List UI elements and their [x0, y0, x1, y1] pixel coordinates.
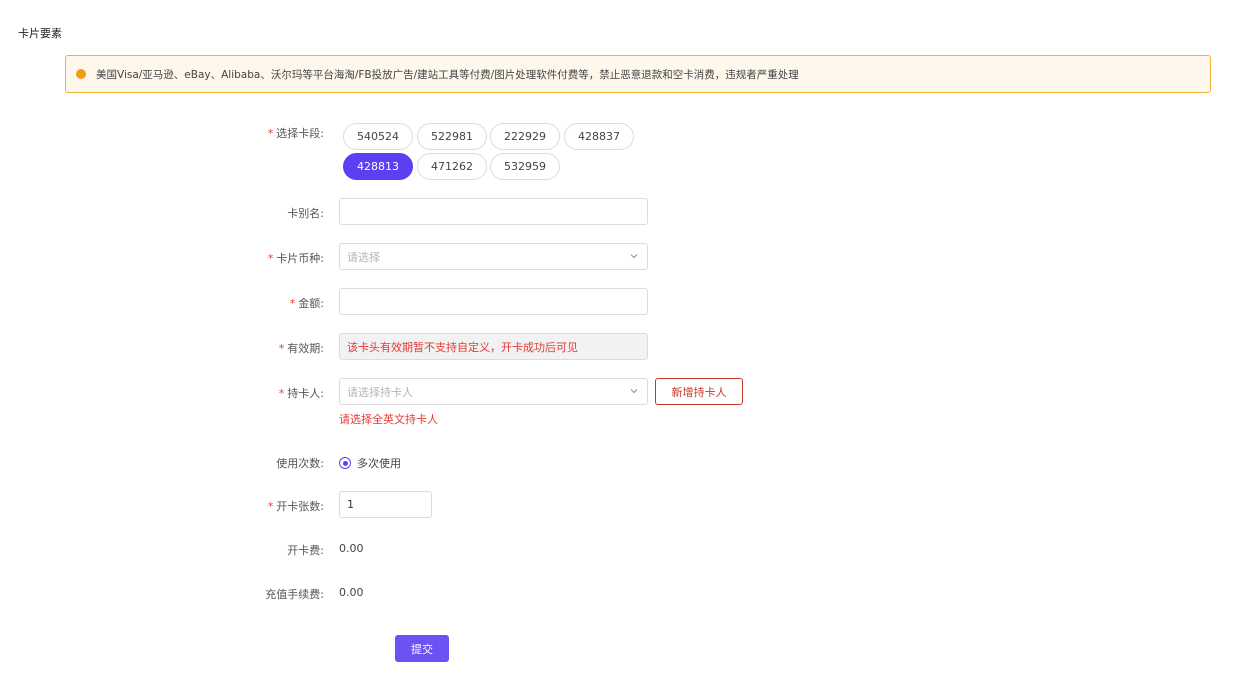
chip-532959[interactable]: 532959	[490, 153, 560, 180]
card-count-label: * 开卡张数:	[267, 500, 324, 513]
radio-checked-icon	[339, 457, 351, 469]
cardholder-error: 请选择全英文持卡人	[339, 413, 438, 426]
usage-radio-multiple[interactable]: 多次使用	[339, 455, 401, 471]
open-fee-label: 开卡费:	[287, 544, 324, 557]
chip-522981[interactable]: 522981	[417, 123, 487, 150]
card-count-input[interactable]: 1	[339, 491, 432, 518]
add-cardholder-button[interactable]: 新增持卡人	[655, 378, 743, 405]
warning-dot-icon	[76, 69, 86, 79]
validity-label: * 有效期:	[278, 342, 324, 355]
chip-428837[interactable]: 428837	[564, 123, 634, 150]
recharge-fee-value: 0.00	[339, 586, 364, 599]
notice-banner: 美国Visa/亚马逊、eBay、Alibaba、沃尔玛等平台海淘/FB投放广告/…	[65, 55, 1211, 93]
chevron-down-icon	[630, 389, 638, 394]
card-segment-label: * 选择卡段:	[267, 127, 324, 140]
currency-select[interactable]: 请选择	[339, 243, 648, 270]
validity-field: 该卡头有效期暂不支持自定义，开卡成功后可见	[339, 333, 648, 360]
open-fee-value: 0.00	[339, 542, 364, 555]
usage-label: 使用次数:	[276, 457, 324, 470]
cardholder-placeholder: 请选择持卡人	[347, 385, 413, 399]
submit-button[interactable]: 提交	[395, 635, 449, 662]
chip-540524[interactable]: 540524	[343, 123, 413, 150]
chip-428813-selected[interactable]: 428813	[343, 153, 413, 180]
amount-label: * 金额:	[289, 297, 324, 310]
notice-text: 美国Visa/亚马逊、eBay、Alibaba、沃尔玛等平台海淘/FB投放广告/…	[96, 68, 799, 81]
usage-option-label: 多次使用	[357, 457, 401, 470]
chip-471262[interactable]: 471262	[417, 153, 487, 180]
cardholder-label: * 持卡人:	[278, 387, 324, 400]
chevron-down-icon	[630, 254, 638, 259]
section-title: 卡片要素	[18, 27, 62, 40]
recharge-fee-label: 充值手续费:	[265, 588, 324, 601]
amount-input[interactable]	[339, 288, 648, 315]
cardholder-select[interactable]: 请选择持卡人	[339, 378, 648, 405]
currency-label: * 卡片币种:	[267, 252, 324, 265]
currency-placeholder: 请选择	[347, 250, 380, 264]
chip-222929[interactable]: 222929	[490, 123, 560, 150]
card-alias-input[interactable]	[339, 198, 648, 225]
card-alias-label: 卡别名:	[287, 207, 324, 220]
